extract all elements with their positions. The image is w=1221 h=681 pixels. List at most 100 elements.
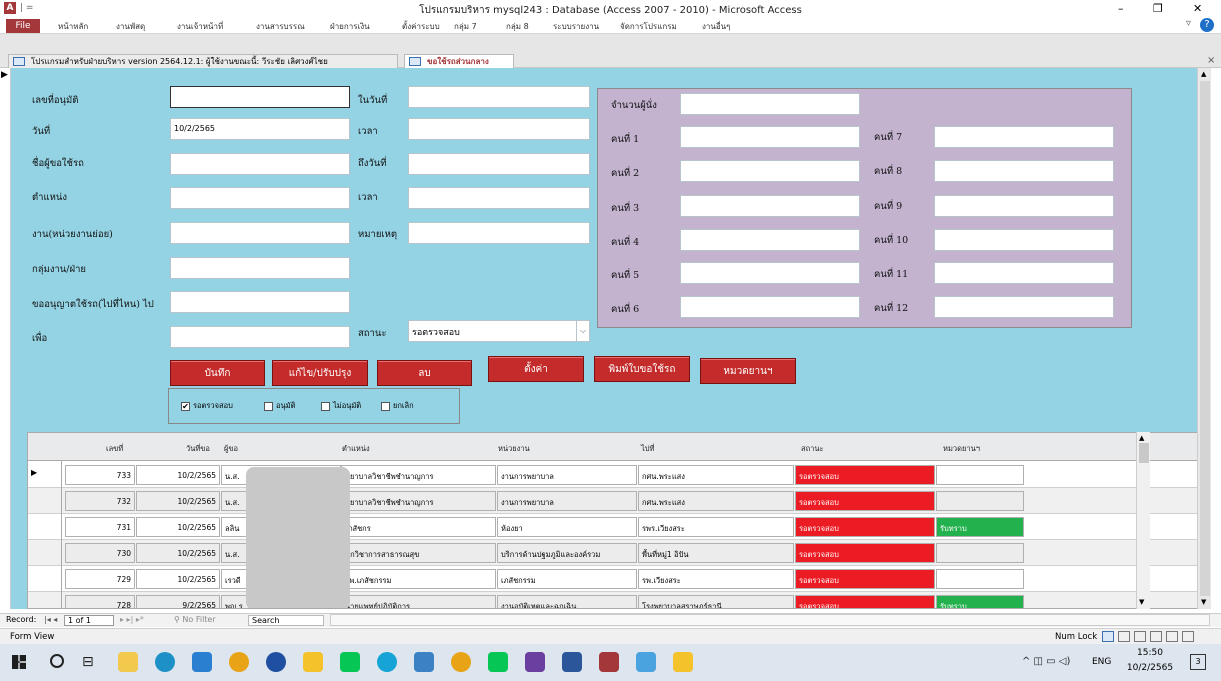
datasheet-view-icon[interactable] [1118,631,1130,642]
cell-fleet[interactable] [936,465,1024,485]
cell-unit[interactable]: ห้องยา [497,517,637,537]
menu-item-program[interactable]: จัดการโปรแกรม [620,20,677,33]
start-time-input[interactable] [408,118,590,140]
language-indicator[interactable]: ENG [1092,657,1111,667]
line-icon[interactable] [488,652,508,672]
passenger-3-input[interactable] [680,195,860,217]
status-select[interactable]: รอตรวจสอบ ⌵ [408,320,590,342]
form-view-icon[interactable] [1102,631,1114,642]
chrome-icon[interactable] [451,652,471,672]
destination-input[interactable] [170,291,350,313]
pivot-chart-view-icon[interactable] [1150,631,1162,642]
cell-fleet[interactable] [936,569,1024,589]
menu-item-others[interactable]: งานอื่นๆ [702,20,730,33]
passenger-1-input[interactable] [680,126,860,148]
scroll-thumb[interactable] [1200,81,1210,596]
menu-item-settings[interactable]: ตั้งค่าระบบ [402,20,440,33]
menu-item-documents[interactable]: งานสารบรรณ [256,20,305,33]
passenger-2-input[interactable] [680,160,860,182]
subform-vertical-scrollbar[interactable]: ▲ ▼ [1136,432,1150,609]
app-icon[interactable] [377,652,397,672]
cell-unit[interactable]: เภสัชกรรม [497,569,637,589]
layout-view-icon[interactable] [1166,631,1178,642]
cell-date[interactable]: 10/2/2565 [136,543,220,563]
chevron-down-icon[interactable]: ⌵ [576,321,589,341]
app-icon[interactable] [266,652,286,672]
cell-date[interactable]: 10/2/2565 [136,569,220,589]
position-input[interactable] [170,187,350,209]
fleet-button[interactable]: หมวดยานฯ [700,358,796,384]
cell-no[interactable]: 728 [65,595,135,608]
windows-start-icon[interactable] [12,655,26,669]
clock-time[interactable]: 15:50 [1130,648,1170,658]
table-row[interactable]: ▶ 733 10/2/2565 น.ส. พยาบาลวิชาชีพชำนาญก… [28,462,1201,488]
passenger-6-input[interactable] [680,296,860,318]
cell-status[interactable]: รอตรวจสอบ [795,465,935,485]
remark-input[interactable] [408,222,590,244]
cell-position[interactable]: จพ.เภสัชกรรม [341,569,496,589]
filter-approved[interactable]: อนุมัติ [264,400,295,412]
tab-main-program[interactable]: โปรแกรมสำหรับฝ่ายบริหาร version 2564.12.… [8,54,398,68]
horizontal-scrollbar[interactable] [330,614,1210,626]
no-filter-button[interactable]: ⚲ No Filter [174,615,216,624]
cell-date[interactable]: 10/2/2565 [136,517,220,537]
cell-unit[interactable]: งานการพยาบาล [497,491,637,511]
app-icon[interactable] [303,652,323,672]
save-button[interactable]: บันทึก [170,360,265,386]
record-selector[interactable]: ▶ [0,68,11,609]
scroll-up-icon[interactable]: ▲ [1139,434,1144,442]
cell-destination[interactable]: รพร.เวียงสระ [638,517,794,537]
approval-no-input[interactable] [170,86,350,108]
cell-date[interactable]: 9/2/2565 [136,595,220,608]
cell-position[interactable]: นายแพทย์ปฏิบัติการ [341,595,496,608]
close-button[interactable]: ✕ [1193,2,1202,15]
cell-fleet[interactable] [936,543,1024,563]
cell-status[interactable]: รอตรวจสอบ [795,569,935,589]
cell-unit[interactable]: งานอุบัติเหตุและฉุกเฉิน [497,595,637,608]
date-input[interactable]: 10/2/2565 [170,118,350,140]
cell-destination[interactable]: กศน.พระแสง [638,465,794,485]
cell-position[interactable]: นักวิชาการสาธารณสุข [341,543,496,563]
passenger-count-input[interactable] [680,93,860,115]
word-icon[interactable] [562,652,582,672]
pivot-table-view-icon[interactable] [1134,631,1146,642]
cell-destination[interactable]: รพ.เวียงสระ [638,569,794,589]
line-icon[interactable] [340,652,360,672]
passenger-8-input[interactable] [934,160,1114,182]
cell-destination[interactable]: พื้นที่หมู่1 อิปัน [638,543,794,563]
access-icon[interactable] [599,652,619,672]
settings-button[interactable]: ตั้งค่า [488,356,584,382]
menu-item-staff[interactable]: งานเจ้าหน้าที่ [177,20,223,33]
clock-date[interactable]: 10/2/2565 [1125,663,1175,673]
delete-button[interactable]: ลบ [377,360,472,386]
store-icon[interactable] [414,652,434,672]
cell-fleet[interactable] [936,491,1024,511]
menu-item-group8[interactable]: กลุ่ม 8 [506,20,529,33]
menu-item-group7[interactable]: กลุ่ม 7 [454,20,477,33]
app-icon[interactable] [525,652,545,672]
menu-item-finance[interactable]: ฝ่ายการเงิน [330,20,370,33]
collapse-ribbon-icon[interactable]: ▿ [1186,18,1191,29]
table-row[interactable]: 728 9/2/2565 พญ.รู นายแพทย์ปฏิบัติการ งา… [28,592,1201,608]
file-explorer-icon[interactable] [118,652,138,672]
purpose-input[interactable] [170,326,350,348]
print-request-button[interactable]: พิมพ์ใบขอใช้รถ [594,356,690,382]
end-time-input[interactable] [408,187,590,209]
cell-no[interactable]: 731 [65,517,135,537]
cell-position[interactable]: พยาบาลวิชาชีพชำนาญการ [341,491,496,511]
cell-unit[interactable]: งานการพยาบาล [497,465,637,485]
cell-destination[interactable]: กศน.พระแสง [638,491,794,511]
cell-no[interactable]: 732 [65,491,135,511]
task-view-icon[interactable]: ⊟ [82,654,94,670]
passenger-11-input[interactable] [934,262,1114,284]
app-icon[interactable] [636,652,656,672]
form-vertical-scrollbar[interactable]: ▲ ▼ [1197,68,1211,609]
record-position[interactable]: 1 of 1 [64,615,114,626]
close-tab-icon[interactable]: × [1207,55,1215,66]
passenger-7-input[interactable] [934,126,1114,148]
restore-button[interactable]: ❐ [1153,2,1163,15]
cell-no[interactable]: 729 [65,569,135,589]
search-icon[interactable] [50,654,64,668]
cell-no[interactable]: 730 [65,543,135,563]
system-tray-icons[interactable]: ^ ◫ ▭ ◁) [1022,656,1070,667]
